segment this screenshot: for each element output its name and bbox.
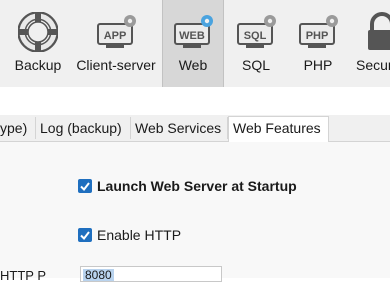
- launch-at-startup-checkbox[interactable]: [78, 179, 92, 193]
- php-gear-icon: PHP: [298, 12, 342, 52]
- toolbar-security-label: Secur: [356, 57, 390, 73]
- http-port-value: 8080: [83, 268, 114, 282]
- toolbar-web-label: Web: [178, 57, 208, 73]
- svg-text:SQL: SQL: [244, 30, 267, 42]
- tab-log-backup[interactable]: Log (backup): [36, 117, 131, 139]
- main-toolbar: Backup APP Client-server WEB Web SQL SQL…: [0, 0, 390, 87]
- checkmark-icon: [80, 231, 90, 241]
- svg-text:PHP: PHP: [306, 30, 329, 42]
- sql-gear-icon: SQL: [236, 12, 280, 52]
- lock-icon: [362, 12, 390, 52]
- toolbar-client-server-label: Client-server: [76, 57, 156, 73]
- toolbar-backup-label: Backup: [14, 57, 62, 73]
- toolbar-sql-label: SQL: [241, 57, 270, 73]
- toolbar-client-server-button[interactable]: APP Client-server: [72, 0, 160, 87]
- web-settings-panel: [0, 142, 390, 278]
- svg-text:WEB: WEB: [179, 30, 205, 42]
- tab-web-services[interactable]: Web Services: [131, 117, 228, 139]
- enable-http-label: Enable HTTP: [97, 227, 182, 243]
- checkmark-icon: [80, 182, 90, 192]
- http-port-input[interactable]: 8080: [80, 266, 222, 282]
- toolbar-php-button[interactable]: PHP PHP: [288, 0, 348, 87]
- svg-text:APP: APP: [104, 30, 127, 42]
- enable-http-option[interactable]: Enable HTTP: [78, 225, 181, 245]
- toolbar-backup-button[interactable]: Backup: [6, 0, 70, 87]
- launch-at-startup-label: Launch Web Server at Startup: [97, 178, 297, 194]
- toolbar-divider-area: [0, 87, 390, 115]
- tab-web-features[interactable]: Web Features: [228, 116, 329, 142]
- enable-http-checkbox[interactable]: [78, 228, 92, 242]
- toolbar-web-button[interactable]: WEB Web: [162, 0, 224, 87]
- settings-tab-strip: ype) Log (backup) Web Services Web Featu…: [0, 115, 390, 142]
- lifebuoy-icon: [18, 12, 58, 52]
- web-gear-icon: WEB: [173, 12, 217, 52]
- app-gear-icon: APP: [96, 12, 140, 52]
- tab-partial[interactable]: ype): [0, 117, 36, 139]
- toolbar-php-label: PHP: [303, 57, 333, 73]
- http-port-label: HTTP P: [0, 268, 46, 283]
- toolbar-sql-button[interactable]: SQL SQL: [226, 0, 286, 87]
- launch-at-startup-option[interactable]: Launch Web Server at Startup: [78, 176, 297, 196]
- toolbar-security-button[interactable]: Secur: [352, 0, 390, 87]
